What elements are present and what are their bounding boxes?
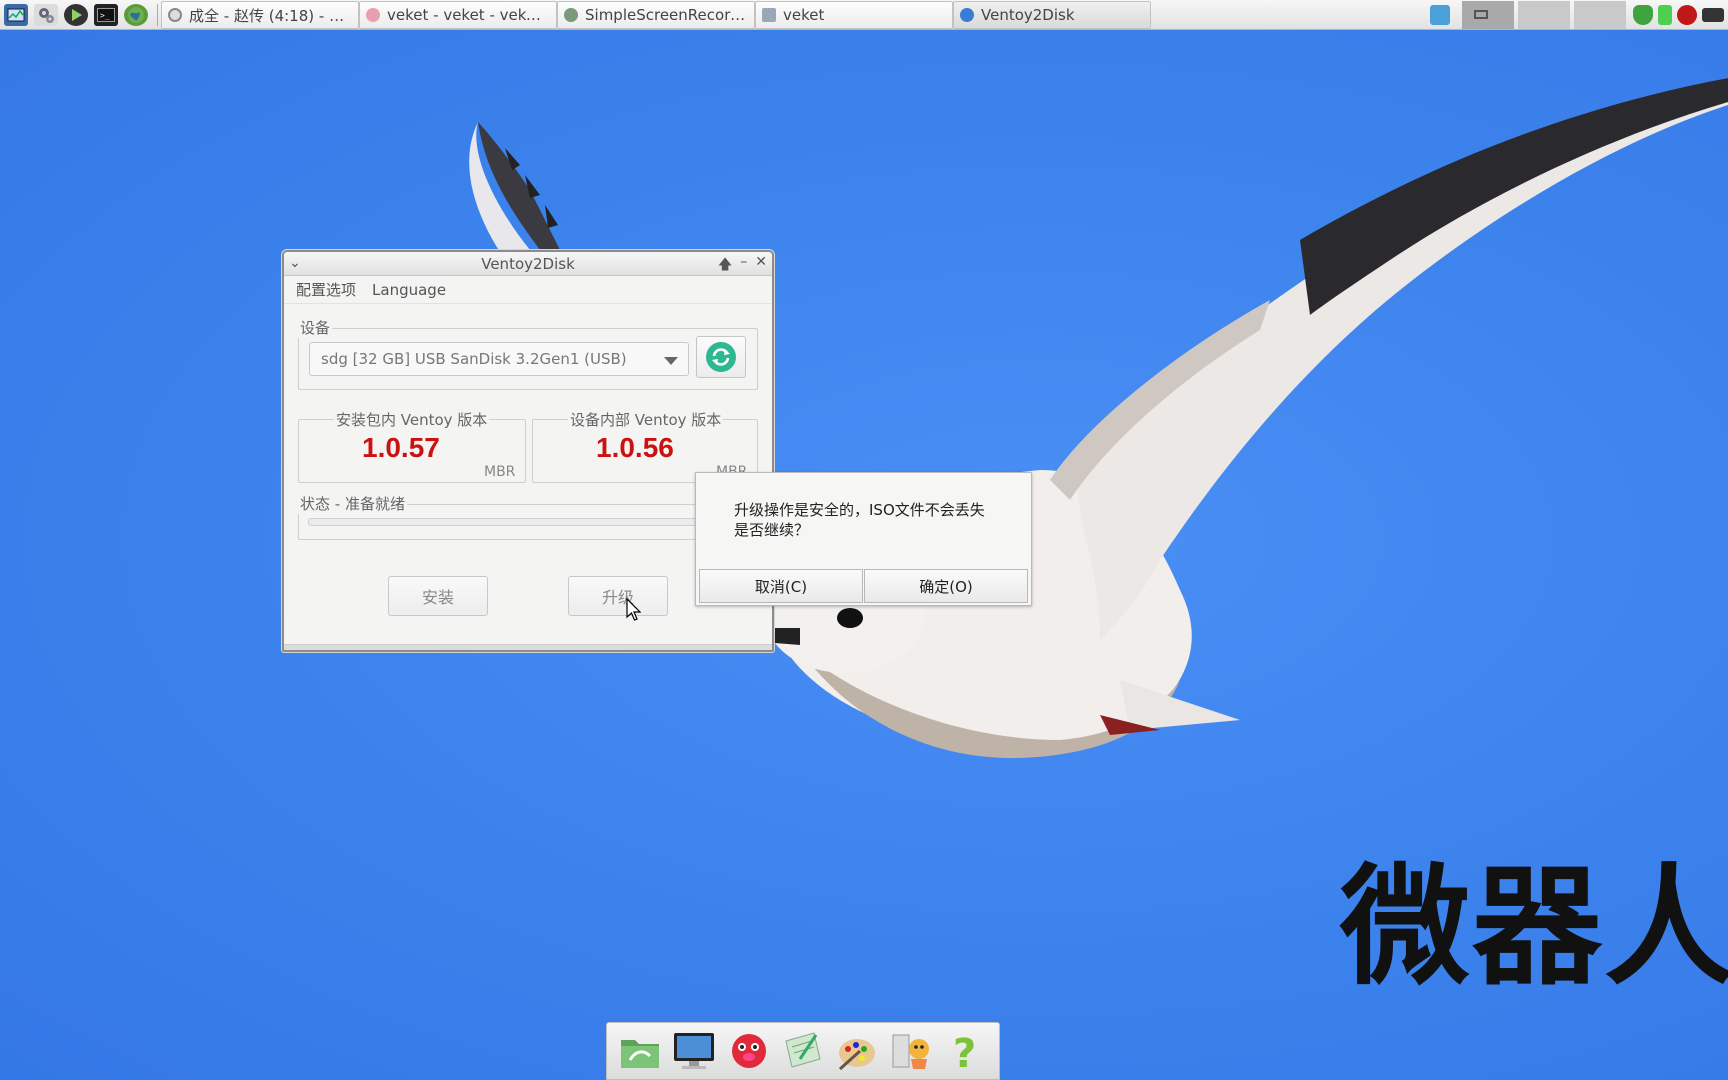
workspace-1[interactable] <box>1462 1 1514 29</box>
refresh-button[interactable] <box>696 336 746 378</box>
mouse-cursor-icon <box>626 598 642 621</box>
cancel-button[interactable]: 取消(C) <box>699 569 863 603</box>
menu-options[interactable]: 配置选项 <box>296 279 356 300</box>
package-version-label: 安装包内 Ventoy 版本 <box>334 409 490 430</box>
task-music-player[interactable]: 成全 - 赵传 (4:18) - A… <box>161 1 359 29</box>
system-tray <box>1427 0 1728 30</box>
svg-text:?: ? <box>953 1031 976 1073</box>
menu-bar: 配置选项 Language <box>284 276 772 304</box>
taskbar-separator <box>157 3 158 26</box>
recorder-icon <box>564 8 578 22</box>
keyboard-icon[interactable] <box>1702 8 1724 22</box>
window-menu-chevron-icon[interactable]: ⌄ <box>289 255 301 271</box>
top-taskbar: >_ 成全 - 赵传 (4:18) - A… veket - veket - v… <box>0 0 1728 30</box>
dialog-message: 升级操作是安全的，ISO文件不会丢失 是否继续？ <box>734 500 985 540</box>
terminal-icon[interactable]: >_ <box>94 3 118 26</box>
package-partition-style: MBR <box>484 464 516 480</box>
close-icon[interactable]: ✕ <box>755 254 767 278</box>
status-label: 状态 - 准备就绪 <box>298 493 407 514</box>
window-bottom-border[interactable] <box>284 644 772 650</box>
media-player-icon <box>168 8 182 22</box>
refresh-icon <box>706 342 736 372</box>
task-label: Ventoy2Disk <box>981 6 1075 24</box>
veket-app-icon[interactable] <box>888 1027 936 1075</box>
browser-icon <box>366 8 380 22</box>
settings-gears-icon[interactable] <box>34 3 58 26</box>
quick-launch: >_ <box>0 0 161 30</box>
ok-button[interactable]: 确定(O) <box>864 569 1028 603</box>
chevron-down-icon <box>664 357 678 365</box>
watermark-text: 微器人 <box>1339 851 1728 1003</box>
upgrade-button[interactable]: 升级 <box>568 576 668 616</box>
system-monitor-icon[interactable] <box>4 3 28 26</box>
task-screen-recorder[interactable]: SimpleScreenRecorder <box>557 1 755 29</box>
minimize-icon[interactable]: – <box>740 254 747 278</box>
dialog-message-line2: 是否继续？ <box>734 521 810 539</box>
dialog-message-line1: 升级操作是安全的，ISO文件不会丢失 <box>734 501 985 519</box>
workspace-3[interactable] <box>1574 1 1626 29</box>
menu-language[interactable]: Language <box>372 281 446 299</box>
device-version-label: 设备内部 Ventoy 版本 <box>568 409 724 430</box>
ventoy-icon <box>960 8 974 22</box>
package-version-value: 1.0.57 <box>362 432 440 463</box>
workspace-2[interactable] <box>1518 1 1570 29</box>
record-icon[interactable] <box>1677 5 1697 25</box>
bottom-dock: ? <box>606 1022 1000 1080</box>
help-icon[interactable]: ? <box>942 1027 990 1075</box>
task-browser[interactable]: veket - veket - veket … <box>359 1 557 29</box>
device-version-value: 1.0.56 <box>596 432 674 463</box>
device-group-label: 设备 <box>298 317 333 338</box>
task-label: SimpleScreenRecorder <box>585 6 748 24</box>
folder-icon <box>762 8 776 22</box>
shield-icon[interactable] <box>1633 5 1653 25</box>
install-button[interactable]: 安装 <box>388 576 488 616</box>
task-label: veket <box>783 6 825 24</box>
pin-up-icon[interactable]: 🡅 <box>718 254 732 278</box>
piggy-app-icon[interactable] <box>725 1027 773 1075</box>
window-titlebar[interactable]: ⌄ Ventoy2Disk 🡅 – ✕ <box>284 252 772 276</box>
device-select-value: sdg [32 GB] USB SanDisk 3.2Gen1 (USB) <box>321 350 627 368</box>
progress-bar <box>308 518 698 526</box>
play-icon[interactable] <box>64 3 88 26</box>
task-label: veket - veket - veket … <box>387 6 550 24</box>
task-folder[interactable]: veket <box>755 1 953 29</box>
paint-icon[interactable] <box>833 1027 881 1075</box>
task-label: 成全 - 赵传 (4:18) - A… <box>189 6 352 25</box>
file-manager-icon[interactable] <box>616 1027 664 1075</box>
computer-icon[interactable] <box>670 1027 718 1075</box>
network-monitor-icon[interactable] <box>1430 5 1450 25</box>
confirm-dialog: 升级操作是安全的，ISO文件不会丢失 是否继续？ 取消(C) 确定(O) <box>695 472 1032 606</box>
battery-icon[interactable] <box>1658 5 1672 25</box>
window-icon <box>1474 10 1488 19</box>
notes-icon[interactable] <box>779 1027 827 1075</box>
globe-icon[interactable] <box>124 3 148 26</box>
svg-text:>_: >_ <box>100 11 110 20</box>
device-select[interactable]: sdg [32 GB] USB SanDisk 3.2Gen1 (USB) <box>309 342 689 376</box>
window-title: Ventoy2Disk <box>481 254 575 273</box>
task-ventoy[interactable]: Ventoy2Disk <box>953 1 1151 29</box>
